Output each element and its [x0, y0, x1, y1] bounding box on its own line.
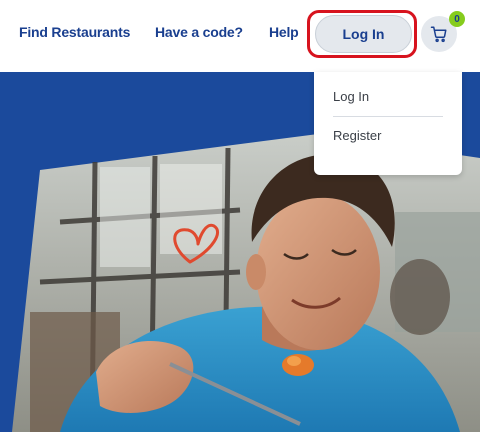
login-button[interactable]: Log In [315, 15, 412, 53]
nav-have-a-code[interactable]: Have a code? [155, 24, 243, 40]
cart-count-badge: 0 [449, 11, 465, 27]
cart-icon [430, 26, 447, 43]
nav-find-restaurants[interactable]: Find Restaurants [19, 24, 130, 40]
account-dropdown-menu: Log In Register [314, 72, 462, 175]
nav-help[interactable]: Help [269, 24, 299, 40]
dropdown-divider [333, 116, 443, 117]
login-button-label: Log In [342, 26, 385, 42]
dropdown-item-login[interactable]: Log In [333, 89, 369, 104]
site-header: Find Restaurants Have a code? Help Log I… [0, 0, 480, 72]
dropdown-item-register[interactable]: Register [333, 128, 381, 143]
